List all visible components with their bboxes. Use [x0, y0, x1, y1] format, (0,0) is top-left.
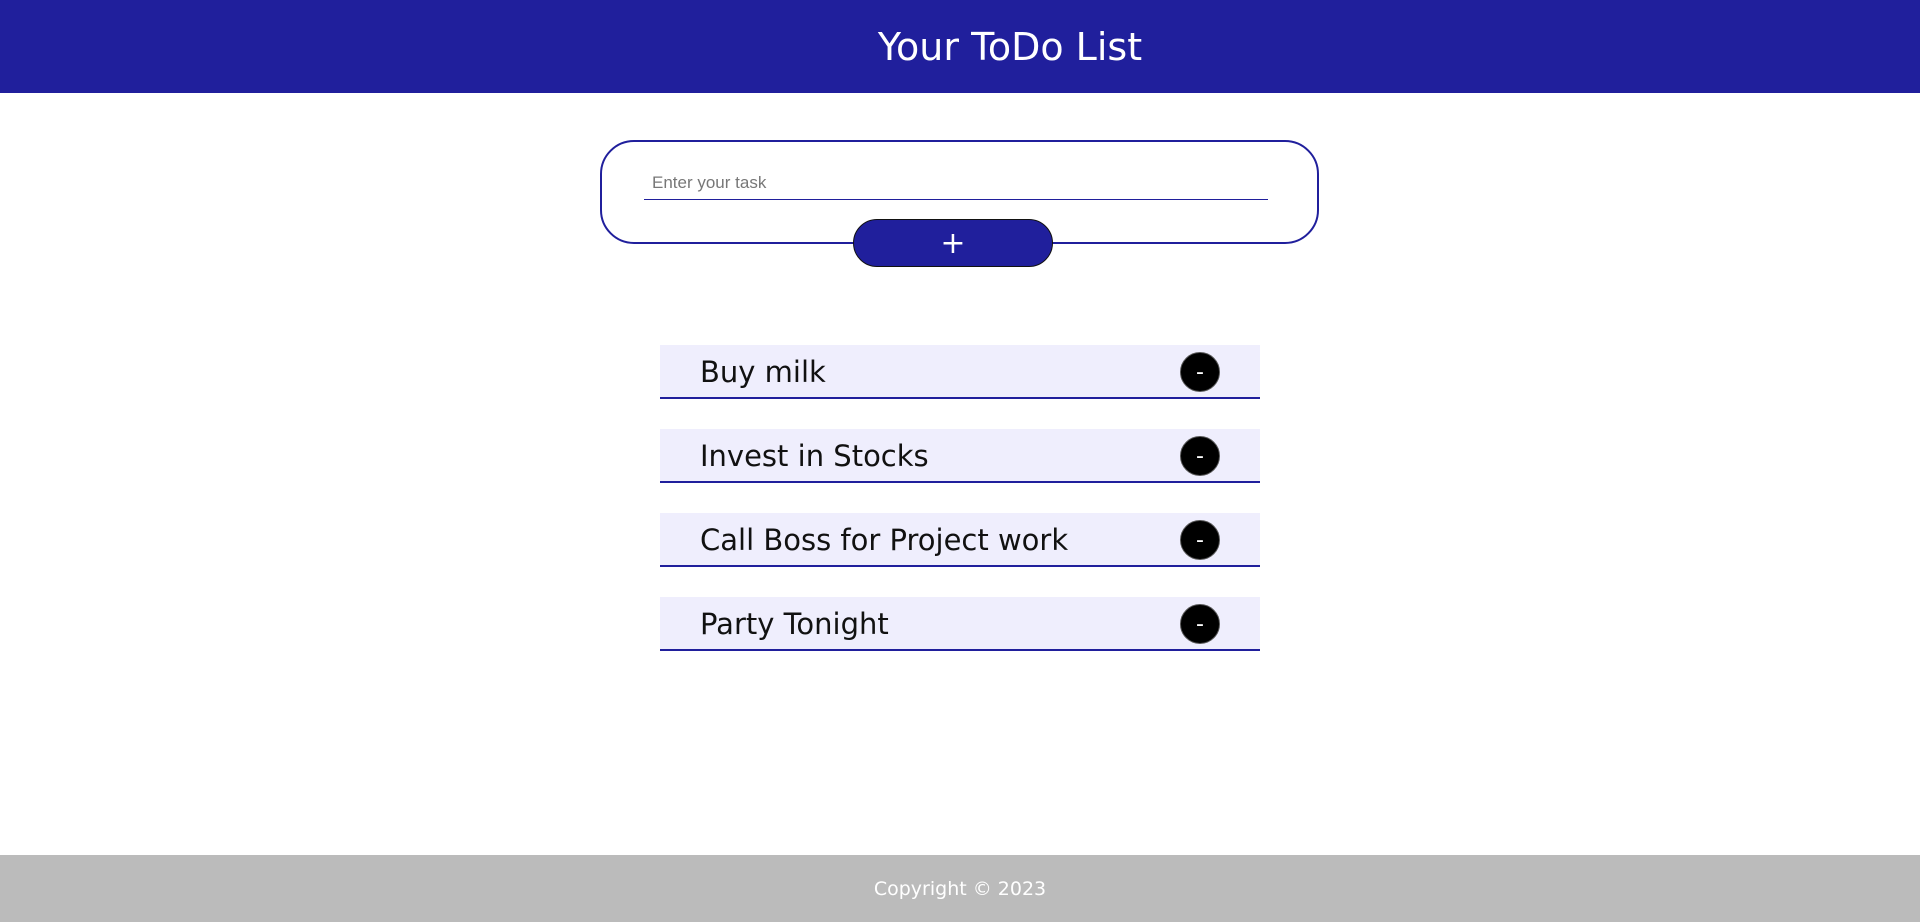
remove-task-button[interactable]: -	[1180, 604, 1220, 644]
remove-task-button[interactable]: -	[1180, 436, 1220, 476]
list-item: Invest in Stocks -	[660, 429, 1260, 483]
task-list: Buy milk - Invest in Stocks - Call Boss …	[660, 345, 1260, 681]
add-task-button[interactable]: +	[853, 219, 1053, 267]
app-header: Your ToDo List	[0, 0, 1920, 93]
task-label: Party Tonight	[700, 607, 889, 641]
task-label: Buy milk	[700, 355, 826, 389]
list-item: Buy milk -	[660, 345, 1260, 399]
task-label: Invest in Stocks	[700, 439, 929, 473]
remove-task-button[interactable]: -	[1180, 520, 1220, 560]
page-footer: Copyright © 2023	[0, 855, 1920, 922]
copyright-text: Copyright © 2023	[873, 877, 1047, 900]
list-item: Call Boss for Project work -	[660, 513, 1260, 567]
remove-task-button[interactable]: -	[1180, 352, 1220, 392]
task-label: Call Boss for Project work	[700, 523, 1069, 557]
list-item: Party Tonight -	[660, 597, 1260, 651]
page-title: Your ToDo List	[877, 24, 1143, 69]
task-input[interactable]	[644, 166, 1268, 200]
